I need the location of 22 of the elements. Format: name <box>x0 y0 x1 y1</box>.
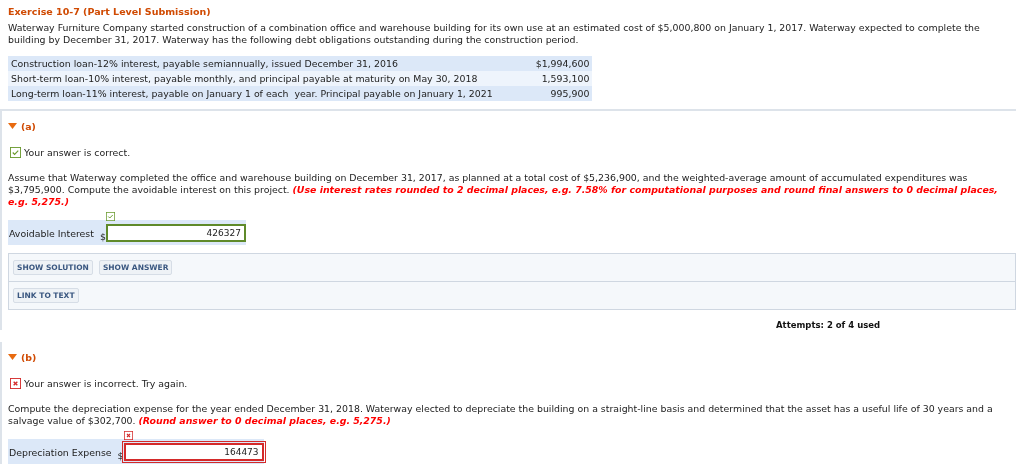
caret-icon[interactable] <box>8 123 17 129</box>
answer-field[interactable]: 164473 <box>123 443 264 461</box>
answer-label: Depreciation Expense <box>9 446 112 458</box>
intro-text: Waterway Furniture Company started construction of a combination office and warehouse building for its own use at an estimated cost of $5,000,800 on January 1, 2017. Waterway expected to complete the building by December 31, 2017. Waterway has the following debt obligations outstanding during the construction period. <box>8 22 981 46</box>
table-cell: $1,994,600 <box>495 56 593 71</box>
exercise-title: Exercise 10-7 (Part Level Submission) <box>8 6 212 17</box>
part-label: (b) <box>21 351 37 363</box>
question-text: Compute the depreciation expense for the year ended December 31, 2018. Waterway elected to depreciate the building on a straight-line basis and determined that the asset has a useful life of 30 years and a salvage value of $302,700. (Round answer to 0 decimal places, e.g. 5,275.) <box>8 403 994 427</box>
table-cell: Short-term loan-10% interest, payable monthly, and principal payable at maturity on May 30, 2018 <box>8 71 496 86</box>
answer-label: Avoidable Interest <box>9 227 94 239</box>
table-cell: Long-term loan-11% interest, payable on January 1 of each year. Principal payable on January 1, 2021 <box>8 86 496 101</box>
table-cell: Construction loan-12% interest, payable semiannually, issued December 31, 2016 <box>8 56 496 71</box>
table-cell: 995,900 <box>495 86 593 101</box>
caret-icon[interactable] <box>8 354 17 360</box>
question-text: Assume that Waterway completed the office and warehouse building on December 31, 2017, as planned at a total cost of $5,236,900, and the weighted-average amount of accumulated expenditures was $3,795,900. Compute the avoidable interest on this project. (Use interest rates rounded to 2 decimal places, e.g. 7.58% for computational purposes and round final answers to 0 decimal places, e.g. 5,275.) <box>8 172 999 208</box>
answer-field[interactable]: 426327 <box>105 224 246 242</box>
attempts-counter: Attempts: 2 of 4 used <box>776 320 882 330</box>
result-message: Your answer is incorrect. Try again. <box>24 378 188 389</box>
part-label: (a) <box>21 120 36 132</box>
result-message: Your answer is correct. <box>24 147 131 158</box>
currency-symbol: $ <box>99 231 106 242</box>
table-cell: 1,593,100 <box>495 71 593 86</box>
